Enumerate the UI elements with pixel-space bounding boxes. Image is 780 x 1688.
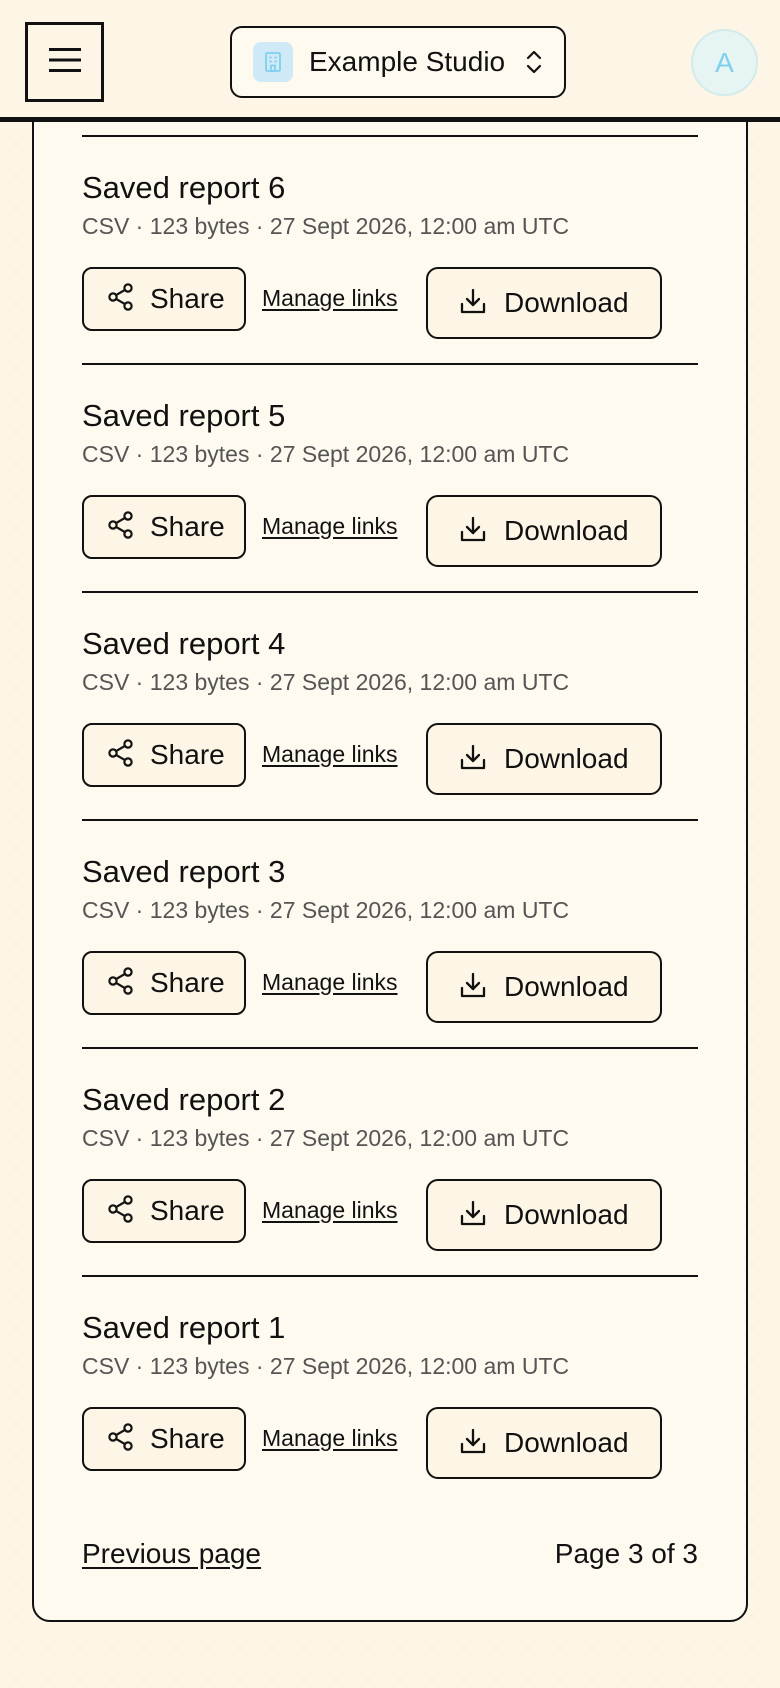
report-title: Saved report 2	[82, 1082, 286, 1117]
download-label: Download	[504, 971, 629, 1002]
share-label: Share	[150, 1195, 225, 1226]
download-button[interactable]: Download	[426, 1407, 662, 1479]
manage-links-link[interactable]: Manage links	[262, 511, 398, 541]
chevron-up-down-icon	[523, 48, 545, 76]
share-button[interactable]: Share	[82, 951, 246, 1015]
report-title: Saved report 6	[82, 170, 286, 205]
report-meta: CSV · 123 bytes · 27 Sept 2026, 12:00 am…	[82, 1125, 570, 1151]
share-label: Share	[150, 511, 225, 542]
manage-links-link[interactable]: Manage links	[262, 967, 398, 997]
divider	[82, 135, 698, 137]
report-item: Saved report 3 CSV · 123 bytes · 27 Sept…	[82, 852, 698, 1032]
download-icon	[458, 1426, 488, 1461]
divider	[82, 1275, 698, 1277]
share-button[interactable]: Share	[82, 267, 246, 331]
top-bar: Example Studio A	[0, 0, 780, 122]
report-meta: CSV · 123 bytes · 27 Sept 2026, 12:00 am…	[82, 669, 570, 695]
manage-links-link[interactable]: Manage links	[262, 1195, 398, 1225]
report-meta: CSV · 123 bytes · 27 Sept 2026, 12:00 am…	[82, 441, 570, 467]
share-button[interactable]: Share	[82, 1407, 246, 1471]
share-button[interactable]: Share	[82, 1179, 246, 1243]
divider	[82, 591, 698, 593]
org-switcher[interactable]: Example Studio	[230, 26, 566, 98]
share-icon	[106, 510, 136, 545]
download-button[interactable]: Download	[426, 1179, 662, 1251]
report-meta: CSV · 123 bytes · 27 Sept 2026, 12:00 am…	[82, 1353, 570, 1379]
report-title: Saved report 1	[82, 1310, 286, 1345]
manage-links-link[interactable]: Manage links	[262, 283, 398, 313]
download-label: Download	[504, 1427, 629, 1458]
report-item: Saved report 4 CSV · 123 bytes · 27 Sept…	[82, 624, 698, 804]
report-meta: CSV · 123 bytes · 27 Sept 2026, 12:00 am…	[82, 213, 570, 239]
avatar-initial: A	[715, 46, 734, 78]
download-button[interactable]: Download	[426, 723, 662, 795]
download-icon	[458, 514, 488, 549]
download-button[interactable]: Download	[426, 267, 662, 339]
download-label: Download	[504, 743, 629, 774]
divider	[82, 363, 698, 365]
previous-page-link[interactable]: Previous page	[82, 1536, 261, 1572]
report-meta: CSV · 123 bytes · 27 Sept 2026, 12:00 am…	[82, 897, 570, 923]
building-icon	[253, 42, 293, 82]
share-icon	[106, 966, 136, 1001]
report-title: Saved report 4	[82, 626, 286, 661]
avatar[interactable]: A	[691, 29, 758, 96]
report-item: Saved report 5 CSV · 123 bytes · 27 Sept…	[82, 396, 698, 576]
download-icon	[458, 970, 488, 1005]
download-button[interactable]: Download	[426, 951, 662, 1023]
share-button[interactable]: Share	[82, 723, 246, 787]
download-icon	[458, 286, 488, 321]
download-icon	[458, 1198, 488, 1233]
download-button[interactable]: Download	[426, 495, 662, 567]
divider	[82, 1047, 698, 1049]
report-title: Saved report 5	[82, 398, 286, 433]
share-label: Share	[150, 967, 225, 998]
manage-links-link[interactable]: Manage links	[262, 1423, 398, 1453]
share-icon	[106, 1194, 136, 1229]
download-label: Download	[504, 1199, 629, 1230]
download-icon	[458, 742, 488, 777]
report-item: Saved report 6 CSV · 123 bytes · 27 Sept…	[82, 168, 698, 348]
page-status: Page 3 of 3	[554, 1538, 698, 1569]
org-name: Example Studio	[309, 46, 506, 77]
share-icon	[106, 738, 136, 773]
report-item: Saved report 2 CSV · 123 bytes · 27 Sept…	[82, 1080, 698, 1260]
report-item: Saved report 1 CSV · 123 bytes · 27 Sept…	[82, 1308, 698, 1488]
menu-button[interactable]	[25, 22, 104, 102]
share-icon	[106, 1422, 136, 1457]
share-button[interactable]: Share	[82, 495, 246, 559]
share-icon	[106, 282, 136, 317]
download-label: Download	[504, 515, 629, 546]
share-label: Share	[150, 1423, 225, 1454]
share-label: Share	[150, 283, 225, 314]
download-label: Download	[504, 287, 629, 318]
share-label: Share	[150, 739, 225, 770]
report-title: Saved report 3	[82, 854, 286, 889]
divider	[82, 819, 698, 821]
hamburger-icon	[48, 46, 82, 79]
manage-links-link[interactable]: Manage links	[262, 739, 398, 769]
